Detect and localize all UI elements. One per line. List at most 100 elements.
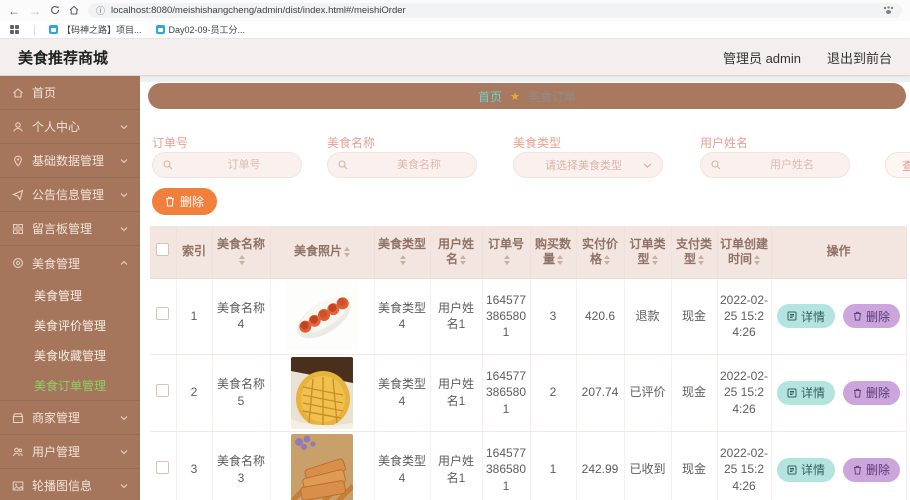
screen: ← → ⓘ localhost:8080/meishishangcheng/ad… — [0, 0, 910, 500]
user-name-field[interactable] — [700, 152, 850, 178]
col-created: 订单创建时间 — [717, 226, 771, 278]
sort-icons[interactable] — [557, 255, 563, 265]
row-checkbox[interactable] — [156, 307, 169, 320]
sort-icons[interactable] — [504, 255, 510, 265]
logout-link[interactable]: 退出到前台 — [827, 48, 892, 67]
food-name-field[interactable] — [327, 152, 477, 178]
food-photo-corn — [291, 357, 353, 429]
cell-qty: 2 — [530, 354, 576, 431]
chevron-down-icon — [120, 448, 128, 456]
chevron-down-icon — [120, 414, 128, 422]
food-submenu: 美食管理 美食评价管理 美食收藏管理 美食订单管理 — [0, 280, 140, 401]
table-row: 1 美食名称4 — [150, 278, 906, 354]
detail-button[interactable]: 详情 — [777, 304, 835, 328]
sidebar-item-merchant-mgmt[interactable]: 商家管理 — [0, 401, 140, 435]
sidebar-item-home[interactable]: 首页 — [0, 76, 140, 110]
sidebar-item-label: 基础数据管理 — [32, 152, 112, 169]
calendar-icon — [49, 25, 58, 34]
detail-button[interactable]: 详情 — [777, 458, 835, 482]
chevron-down-icon — [120, 225, 128, 233]
cell-index: 1 — [176, 278, 212, 354]
food-photo-toast — [291, 434, 353, 500]
cell-created: 2022-02-25 15:24:26 — [717, 278, 771, 354]
order-no-input[interactable] — [173, 159, 315, 171]
sidebar-item-label: 公告信息管理 — [32, 186, 112, 203]
site-info-icon[interactable]: ⓘ — [96, 4, 105, 17]
bulk-delete-button[interactable]: 删除 — [152, 188, 217, 215]
food-type-placeholder: 请选择美食类型 — [524, 157, 643, 173]
detail-button[interactable]: 详情 — [777, 381, 835, 405]
address-bar[interactable]: ⓘ localhost:8080/meishishangcheng/admin/… — [88, 3, 902, 18]
sort-icons[interactable] — [604, 255, 610, 265]
filter-label-food-name: 美食名称 — [327, 134, 375, 151]
col-pay-type: 支付类型 — [671, 226, 717, 278]
search-button[interactable]: 查询 — [885, 152, 910, 178]
col-user-name: 用户姓名 — [430, 226, 482, 278]
col-food-photo: 美食照片 — [270, 226, 374, 278]
col-index: 索引 — [176, 226, 212, 278]
forward-icon[interactable]: → — [29, 5, 41, 17]
sidebar-item-user-mgmt[interactable]: 用户管理 — [0, 435, 140, 469]
row-checkbox[interactable] — [156, 384, 169, 397]
cell-order-no: 1645773865801 — [482, 354, 530, 431]
breadcrumb-home-link[interactable]: 首页 — [478, 88, 502, 105]
cell-created: 2022-02-25 15:24:26 — [717, 431, 771, 500]
food-name-input[interactable] — [348, 159, 490, 171]
order-no-field[interactable] — [152, 152, 302, 178]
table-row: 3 美食名称3 — [150, 431, 906, 500]
cell-qty: 3 — [530, 278, 576, 354]
divider — [140, 76, 910, 82]
user-name-input[interactable] — [721, 159, 863, 171]
user-icon — [12, 121, 24, 133]
submenu-item-food-favorites[interactable]: 美食收藏管理 — [0, 340, 140, 370]
sort-icons[interactable] — [460, 255, 466, 265]
chevron-down-icon — [643, 161, 652, 170]
sidebar-item-announcements[interactable]: 公告信息管理 — [0, 178, 140, 212]
admin-user-link[interactable]: 管理员 admin — [723, 48, 801, 67]
food-type-select[interactable]: 请选择美食类型 — [513, 152, 663, 178]
sidebar-nav: 首页 个人中心 基础数据管理 公告信息管理 留言板管理 美食管理 — [0, 76, 140, 500]
submenu-item-food-orders[interactable]: 美食订单管理 — [0, 370, 140, 400]
col-food-name: 美食名称 — [212, 226, 270, 278]
col-order-no: 订单号 — [482, 226, 530, 278]
extension-icon[interactable] — [883, 2, 894, 20]
bookmark-item[interactable]: 【码神之路】项目... — [49, 23, 142, 36]
col-qty: 购买数量 — [530, 226, 576, 278]
sidebar-item-base-data[interactable]: 基础数据管理 — [0, 144, 140, 178]
bulk-delete-label: 删除 — [180, 193, 204, 210]
row-checkbox[interactable] — [156, 461, 169, 474]
cell-order-type: 已评价 — [624, 354, 671, 431]
sort-icons[interactable] — [698, 255, 704, 265]
apps-grid-icon[interactable] — [10, 25, 20, 35]
delete-button[interactable]: 删除 — [843, 304, 900, 328]
chevron-down-icon — [120, 123, 128, 131]
sidebar-item-food-mgmt[interactable]: 美食管理 — [0, 246, 140, 280]
sidebar-item-label: 商家管理 — [32, 409, 112, 426]
trash-icon — [165, 196, 175, 207]
calendar-icon — [156, 25, 165, 34]
document-icon — [787, 311, 797, 321]
url-text[interactable]: localhost:8080/meishishangcheng/admin/di… — [111, 5, 406, 16]
submenu-item-label: 美食订单管理 — [34, 377, 106, 394]
bookmark-item[interactable]: Day02-09-员工分... — [156, 23, 246, 36]
delete-button[interactable]: 删除 — [843, 458, 900, 482]
home-icon[interactable] — [69, 5, 79, 17]
delete-button[interactable]: 删除 — [843, 381, 900, 405]
submenu-item-food[interactable]: 美食管理 — [0, 280, 140, 310]
main-content: 首页 ★ 美食订单 订单号 美食名称 美食类型 用户姓名 请选择美食类型 查询 … — [140, 76, 910, 500]
back-icon[interactable]: ← — [8, 5, 20, 17]
refresh-icon[interactable] — [50, 5, 60, 17]
submenu-item-food-reviews[interactable]: 美食评价管理 — [0, 310, 140, 340]
sort-icons[interactable] — [400, 255, 406, 265]
sidebar-item-carousel[interactable]: 轮播图信息 — [0, 469, 140, 500]
sidebar-item-message-board[interactable]: 留言板管理 — [0, 212, 140, 246]
search-icon — [163, 160, 173, 170]
sort-icons[interactable] — [652, 255, 658, 265]
select-all-checkbox[interactable] — [156, 243, 169, 256]
sidebar-item-profile[interactable]: 个人中心 — [0, 110, 140, 144]
sort-icons[interactable] — [239, 255, 245, 265]
sort-icons[interactable] — [344, 247, 350, 257]
cell-user-name: 用户姓名1 — [430, 278, 482, 354]
col-food-type: 美食类型 — [374, 226, 430, 278]
sort-icons[interactable] — [754, 255, 760, 265]
